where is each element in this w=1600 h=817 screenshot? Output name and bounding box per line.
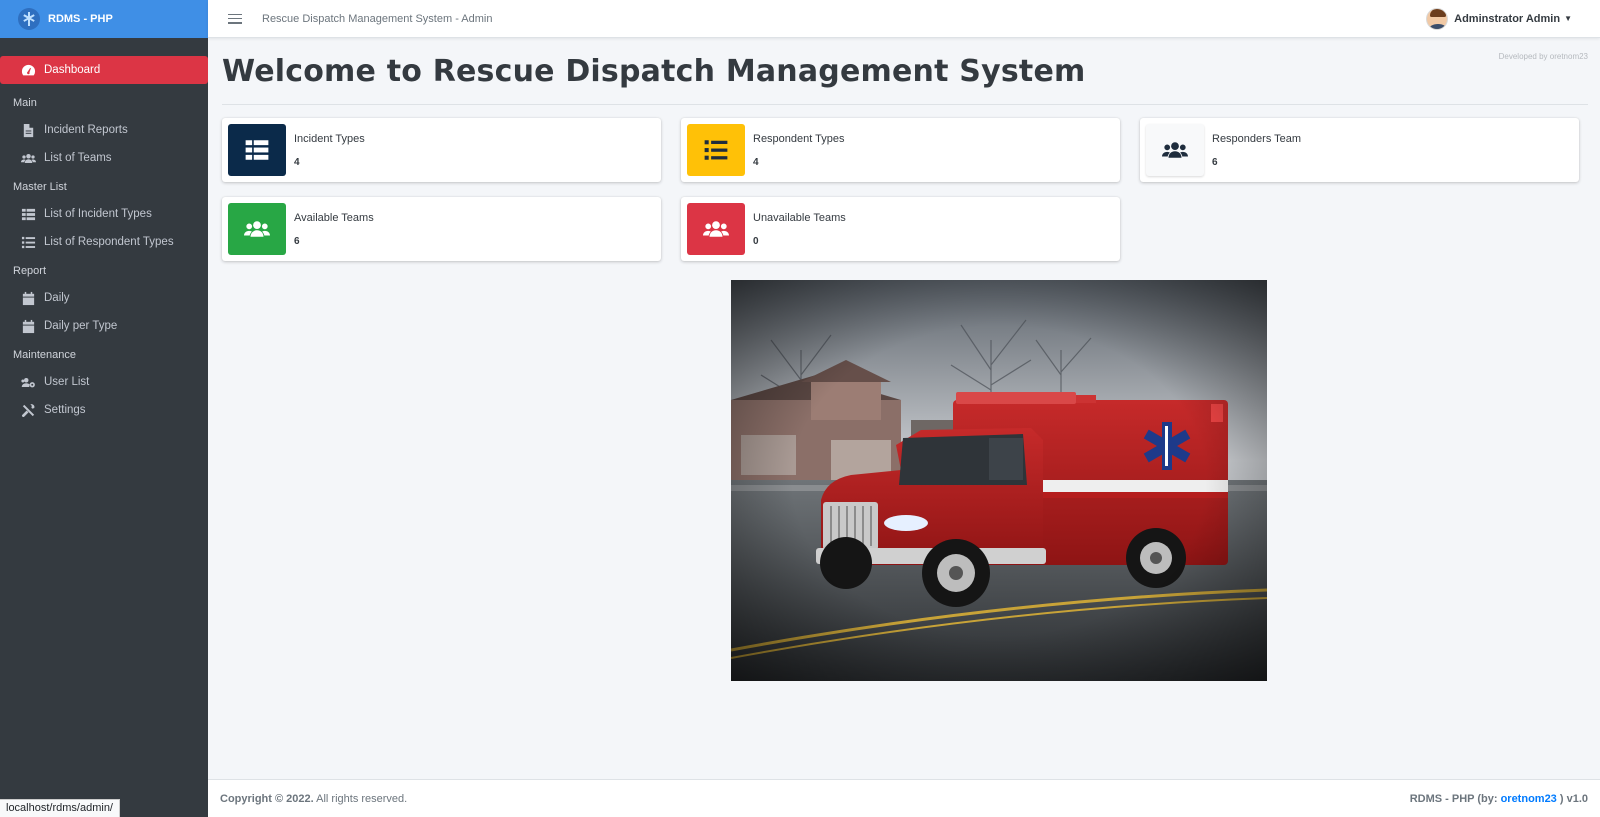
sidebar-item-label: Daily per Type (44, 320, 118, 332)
sidebar-item-label: Settings (44, 404, 86, 416)
nav-header-maintenance: Maintenance (13, 349, 76, 361)
copyright-text: Copyright © 2022. (220, 792, 314, 805)
tools-icon (20, 402, 36, 418)
footer: Copyright © 2022. All rights reserved. R… (208, 779, 1600, 817)
topbar: Rescue Dispatch Management System - Admi… (208, 0, 1600, 38)
list-icon (20, 234, 36, 250)
table-icon (20, 206, 36, 222)
version-text: ) v1.0 (1556, 792, 1588, 805)
sidebar-item-label: List of Incident Types (44, 208, 152, 220)
info-box-unavailable-teams: Unavailable Teams 0 (681, 197, 1120, 261)
users-icon (1162, 142, 1188, 158)
app-credit-prefix: RDMS - PHP (by: (1409, 792, 1501, 805)
sidebar-item-label: Dashboard (44, 64, 101, 76)
user-name: Adminstrator Admin (1454, 12, 1561, 25)
info-box-label: Available Teams (294, 212, 374, 224)
sidebar-item-respondent-types[interactable]: List of Respondent Types (0, 228, 208, 256)
star-of-life-icon (18, 8, 40, 30)
calendar-icon (20, 290, 36, 306)
sidebar: RDMS - PHP Dashboard Main Incident Repor… (0, 0, 208, 817)
info-box-value: 4 (294, 157, 300, 168)
nav-header-report: Report (13, 265, 47, 277)
users-cog-icon (20, 374, 36, 390)
users-icon (703, 221, 729, 237)
sidebar-item-label: List of Teams (44, 152, 112, 164)
rights-text: All rights reserved. (313, 792, 408, 805)
developer-credit: Developed by oretnom23 (1498, 52, 1588, 61)
info-box-value: 4 (753, 157, 759, 168)
user-menu[interactable]: Adminstrator Admin ▼ (1426, 7, 1572, 30)
tachometer-icon (20, 62, 36, 78)
info-box-incident-types: Incident Types 4 (222, 118, 661, 182)
sidebar-item-label: User List (44, 376, 90, 388)
ambulance-banner-image (731, 280, 1267, 681)
table-icon (245, 140, 269, 160)
info-box-responders-team: Responders Team 6 (1140, 118, 1579, 182)
info-box-label: Responders Team (1212, 133, 1302, 145)
sidebar-item-list-of-teams[interactable]: List of Teams (0, 144, 208, 172)
info-box-value: 6 (1212, 157, 1218, 168)
info-box-icon (687, 124, 745, 176)
info-box-icon (228, 124, 286, 176)
topbar-title: Rescue Dispatch Management System - Admi… (262, 12, 493, 25)
divider (222, 104, 1588, 105)
sidebar-item-label: Incident Reports (44, 124, 128, 136)
info-box-value: 0 (753, 236, 759, 247)
info-box-label: Incident Types (294, 133, 365, 145)
caret-down-icon: ▼ (1564, 14, 1572, 23)
users-icon (244, 221, 270, 237)
info-box-icon (1146, 124, 1204, 176)
sidebar-item-incident-reports[interactable]: Incident Reports (0, 116, 208, 144)
author-link[interactable]: oretnom23 (1501, 793, 1557, 805)
info-box-respondent-types: Respondent Types 4 (681, 118, 1120, 182)
info-box-label: Respondent Types (753, 133, 845, 145)
page-title: Welcome to Rescue Dispatch Management Sy… (222, 54, 1086, 89)
list-icon (704, 140, 728, 160)
sidebar-item-user-list[interactable]: User List (0, 368, 208, 396)
sidebar-item-label: Daily (44, 292, 70, 304)
sidebar-item-daily-per-type[interactable]: Daily per Type (0, 312, 208, 340)
brand-name: RDMS - PHP (48, 13, 113, 25)
users-icon (20, 150, 36, 166)
info-box-value: 6 (294, 236, 300, 247)
brand-link[interactable]: RDMS - PHP (0, 0, 208, 38)
sidebar-item-incident-types[interactable]: List of Incident Types (0, 200, 208, 228)
status-bar-url: localhost/rdms/admin/ (0, 799, 120, 817)
sidebar-item-settings[interactable]: Settings (0, 396, 208, 424)
footer-copyright: Copyright © 2022. All rights reserved. (220, 793, 407, 805)
file-icon (20, 122, 36, 138)
nav-header-master-list: Master List (13, 181, 67, 193)
sidebar-item-label: List of Respondent Types (44, 236, 174, 248)
avatar (1426, 7, 1449, 30)
info-box-available-teams: Available Teams 6 (222, 197, 661, 261)
menu-toggle-icon[interactable] (228, 13, 242, 24)
footer-version: RDMS - PHP (by: oretnom23 ) v1.0 (1410, 793, 1588, 805)
sidebar-nav: Dashboard Main Incident Reports List of … (0, 38, 208, 424)
nav-header-main: Main (13, 97, 37, 109)
calendar-icon (20, 318, 36, 334)
info-box-icon (228, 203, 286, 255)
info-box-icon (687, 203, 745, 255)
sidebar-item-daily[interactable]: Daily (0, 284, 208, 312)
info-box-label: Unavailable Teams (753, 212, 846, 224)
sidebar-item-dashboard[interactable]: Dashboard (0, 56, 208, 84)
